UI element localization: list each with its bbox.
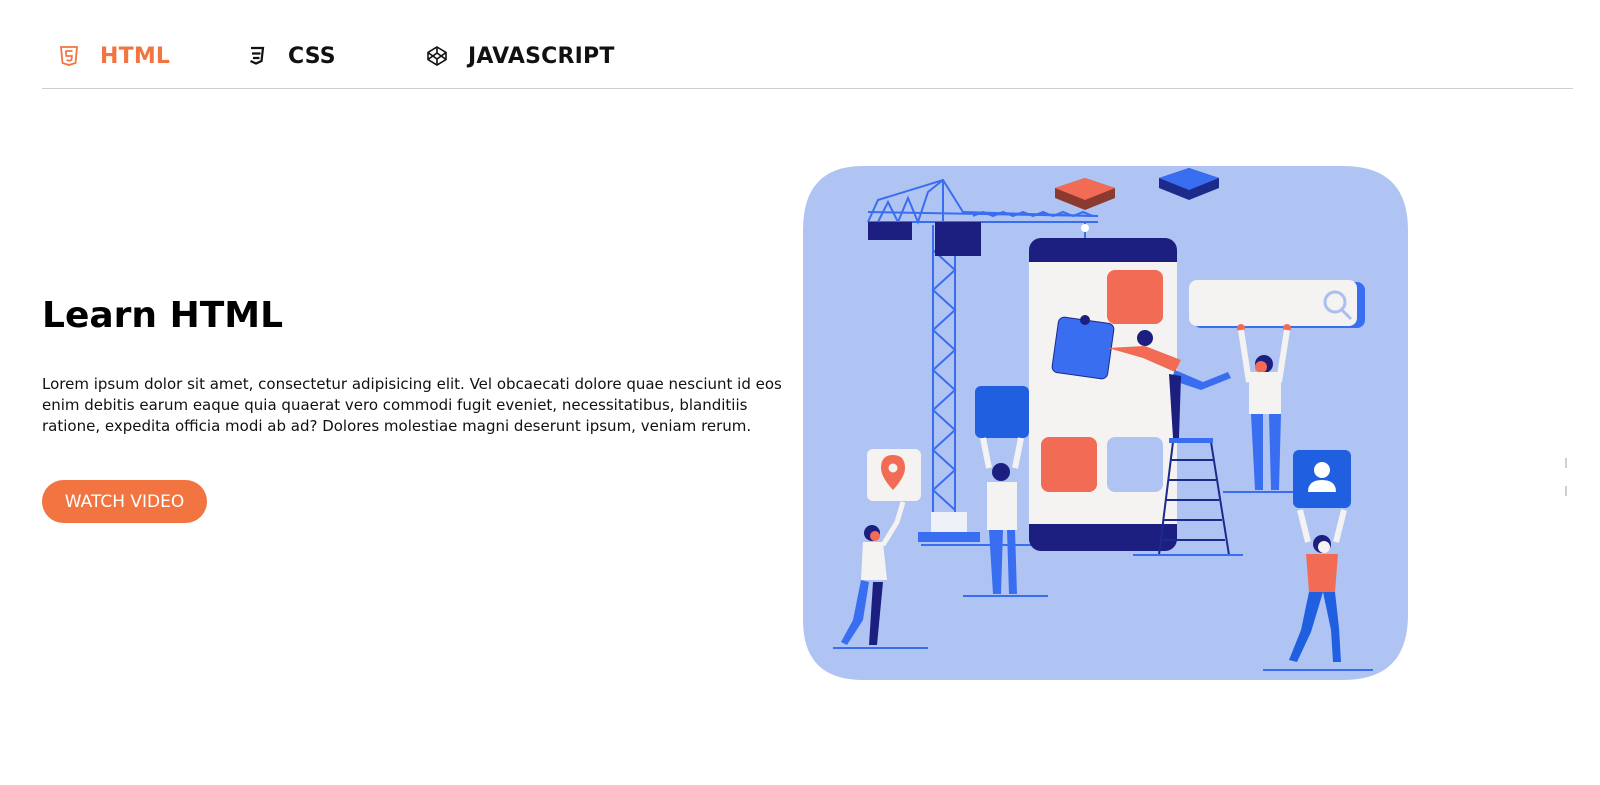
edge-marker [1565, 458, 1567, 468]
html5-icon [58, 45, 80, 67]
tab-javascript-label: JAVASCRIPT [468, 43, 615, 69]
hero-illustration [803, 150, 1413, 690]
content-title: Learn HTML [42, 295, 284, 336]
css3-icon [246, 45, 268, 67]
watch-video-button[interactable]: WATCH VIDEO [42, 480, 207, 523]
codepen-icon [426, 45, 448, 67]
tab-javascript[interactable]: JAVASCRIPT [426, 38, 615, 74]
tab-css[interactable]: CSS [246, 38, 336, 74]
tab-css-label: CSS [288, 43, 336, 69]
phone-mockup [1029, 238, 1177, 551]
search-bar-illustration [1189, 280, 1365, 332]
tab-bar: HTML CSS JAVASCRIPT [42, 0, 1573, 89]
tab-html[interactable]: HTML [58, 38, 170, 74]
edge-marker [1565, 486, 1567, 496]
content-description: Lorem ipsum dolor sit amet, consectetur … [42, 375, 782, 435]
tab-html-label: HTML [100, 43, 171, 69]
